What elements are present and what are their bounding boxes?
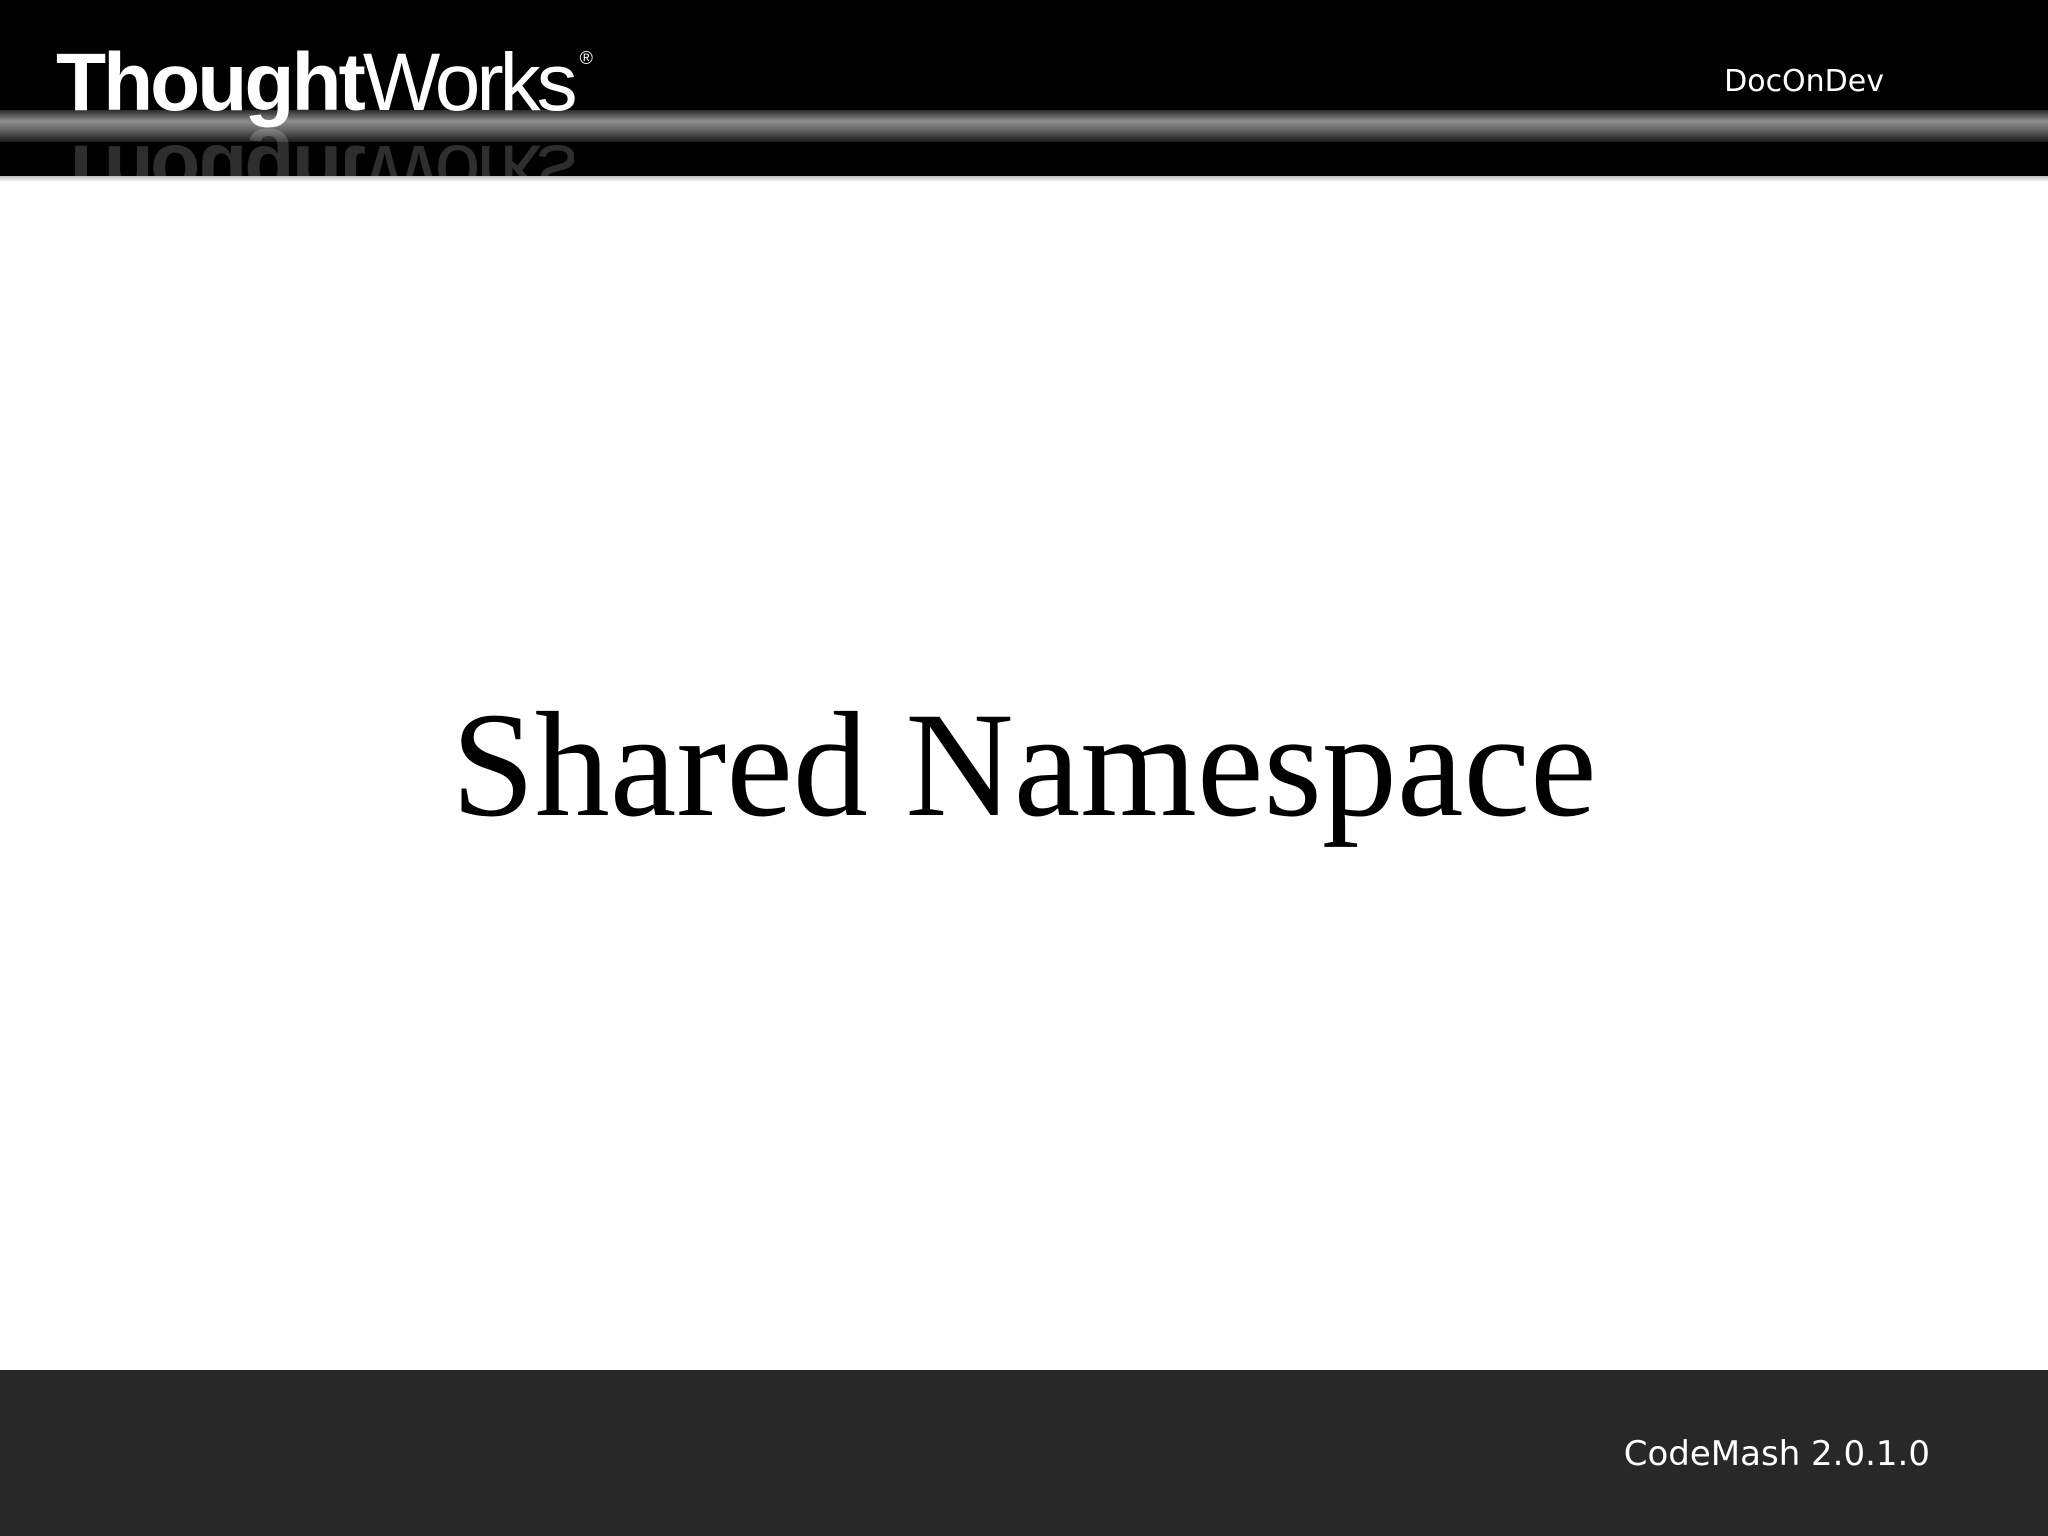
slide-title: Shared Namespace xyxy=(451,682,1597,848)
header-divider xyxy=(0,176,2048,182)
footer-label: CodeMash 2.0.1.0 xyxy=(1623,1434,1930,1474)
logo-light-text: Works xyxy=(362,37,578,128)
logo-reflection-light: Works xyxy=(362,128,574,176)
slide-footer: CodeMash 2.0.1.0 xyxy=(0,1370,2048,1536)
slide: ThoughtWorks ® ThoughtWorks DocOnDev Shar… xyxy=(0,0,2048,1536)
thoughtworks-logo: ThoughtWorks ® xyxy=(56,38,593,128)
header-label: DocOnDev xyxy=(1724,64,1884,99)
slide-header: ThoughtWorks ® ThoughtWorks DocOnDev xyxy=(0,0,2048,176)
logo-reflection: ThoughtWorks xyxy=(56,128,574,176)
logo-registered-mark: ® xyxy=(579,48,593,68)
logo-bold-text: Thought xyxy=(56,37,366,128)
logo-reflection-bold: Thought xyxy=(56,128,363,176)
